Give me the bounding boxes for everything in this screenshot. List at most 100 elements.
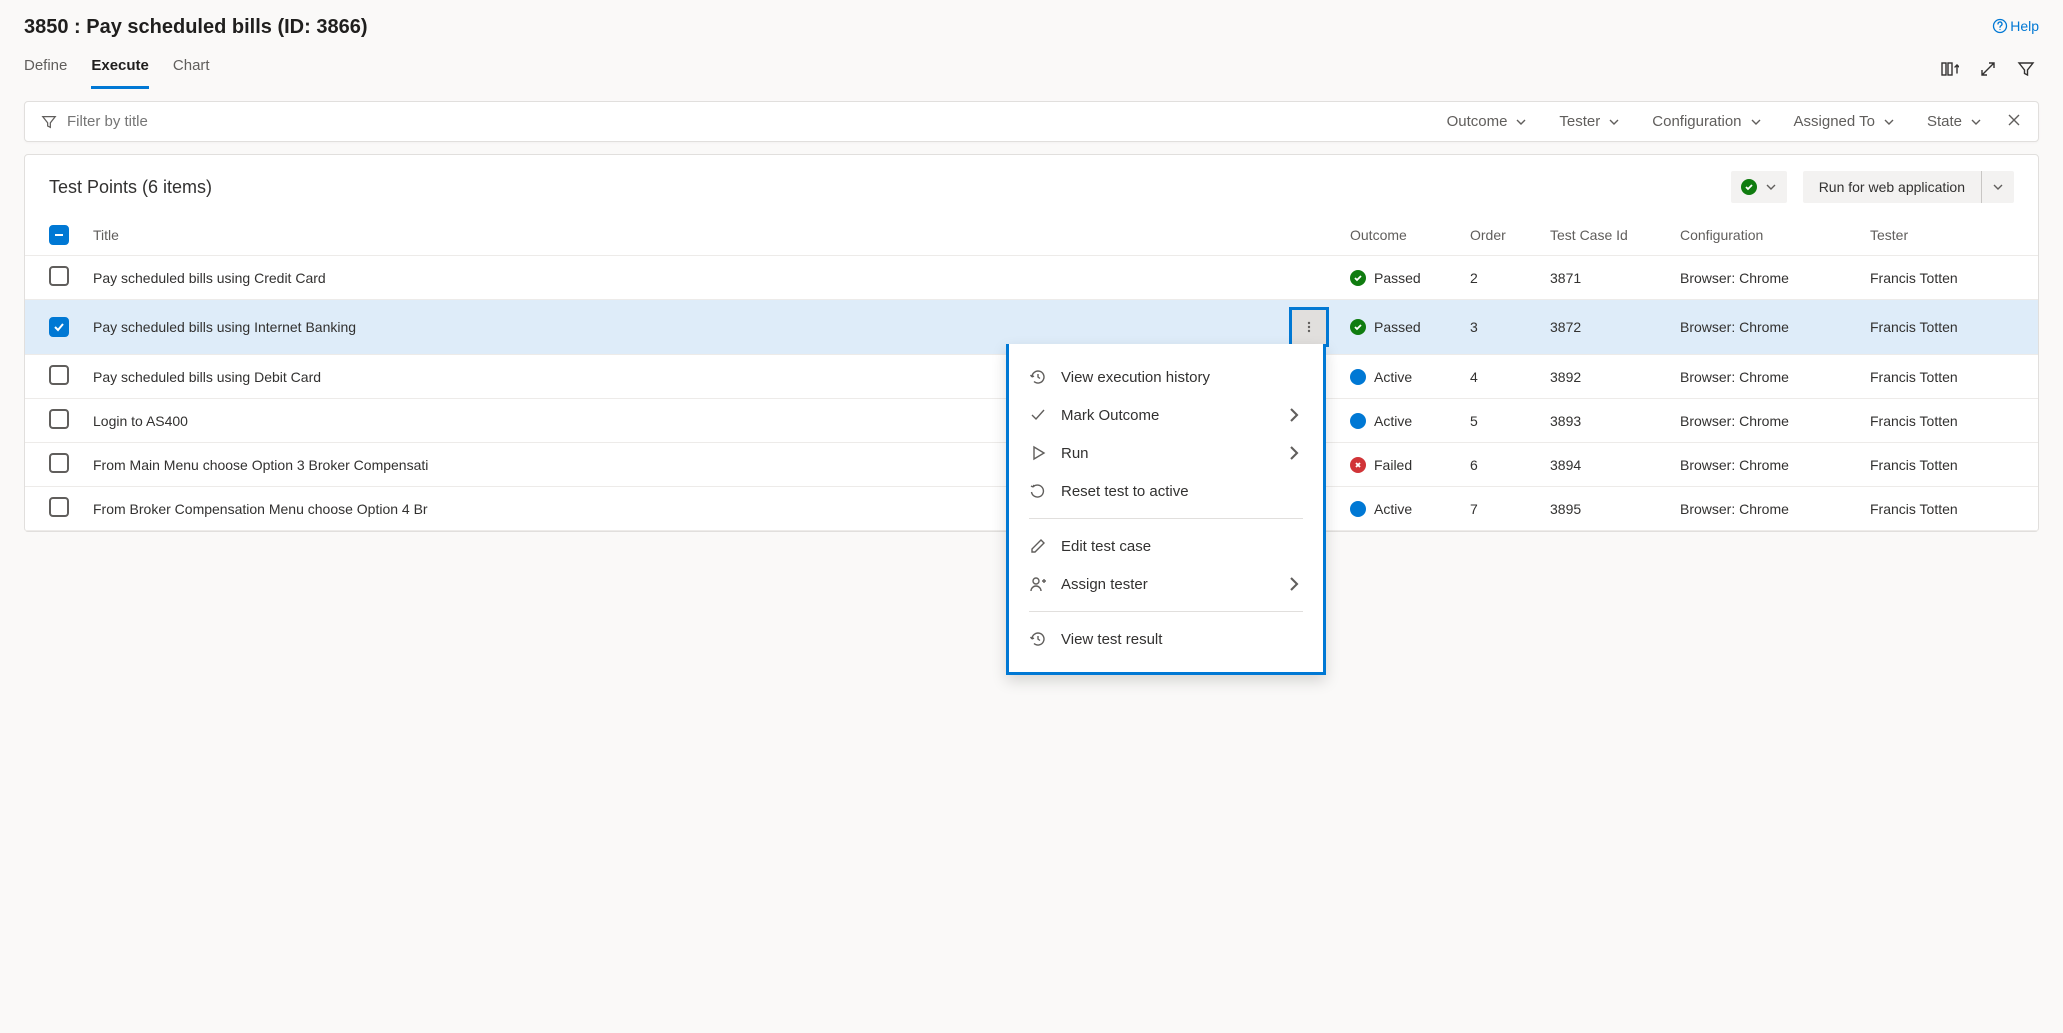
failed-icon [1350, 457, 1366, 473]
menu-item[interactable]: Mark Outcome [1009, 396, 1323, 434]
row-order: 6 [1458, 443, 1538, 487]
menu-item[interactable]: Reset test to active [1009, 472, 1323, 510]
row-tcid: 3894 [1538, 443, 1668, 487]
col-outcome-header[interactable]: Outcome [1338, 215, 1458, 256]
row-outcome: Active [1374, 413, 1412, 429]
menu-item-label: Assign tester [1061, 576, 1148, 593]
menu-item[interactable]: Edit test case [1009, 527, 1323, 565]
filter-configuration-dropdown[interactable]: Configuration [1652, 113, 1761, 130]
passed-icon [1350, 270, 1366, 286]
chevron-down-icon [1750, 116, 1762, 128]
chevron-down-icon [1608, 116, 1620, 128]
col-title-header[interactable]: Title [81, 215, 1338, 256]
row-outcome: Active [1374, 501, 1412, 517]
row-checkbox[interactable] [49, 365, 69, 385]
row-title: Pay scheduled bills using Internet Banki… [93, 319, 356, 335]
row-checkbox[interactable] [49, 266, 69, 286]
edit-icon [1029, 537, 1047, 555]
passed-icon [1741, 179, 1757, 195]
filter-icon [41, 114, 57, 130]
col-tester-header[interactable]: Tester [1858, 215, 2038, 256]
row-tcid: 3892 [1538, 355, 1668, 399]
menu-separator [1029, 611, 1303, 612]
row-outcome: Failed [1374, 457, 1412, 473]
tab-execute[interactable]: Execute [91, 49, 149, 89]
tab-chart[interactable]: Chart [173, 49, 210, 89]
chevron-right-icon [1285, 406, 1303, 424]
row-checkbox[interactable] [49, 497, 69, 517]
row-order: 5 [1458, 399, 1538, 443]
run-button[interactable]: Run for web application [1803, 171, 2014, 203]
menu-item[interactable]: Assign tester [1009, 565, 1323, 603]
status-dropdown-button[interactable] [1731, 171, 1787, 203]
more-actions-button[interactable] [1292, 310, 1326, 344]
col-config-header[interactable]: Configuration [1668, 215, 1858, 256]
help-icon [1992, 18, 2008, 34]
active-icon [1350, 369, 1366, 385]
row-tcid: 3895 [1538, 487, 1668, 531]
row-tester: Francis Totten [1858, 256, 2038, 300]
menu-item-label: View test result [1061, 631, 1162, 648]
menu-item[interactable]: View test result [1009, 620, 1323, 658]
chevron-down-icon [1765, 181, 1777, 193]
filter-toggle-button[interactable] [2017, 60, 2035, 78]
row-config: Browser: Chrome [1668, 300, 1858, 355]
tab-define[interactable]: Define [24, 49, 67, 89]
row-config: Browser: Chrome [1668, 256, 1858, 300]
filter-bar: Outcome Tester Configuration Assigned To… [24, 101, 2039, 142]
tabs-bar: Define Execute Chart [0, 49, 2063, 89]
fullscreen-button[interactable] [1979, 60, 1997, 78]
row-tcid: 3872 [1538, 300, 1668, 355]
context-menu: View execution history Mark Outcome Run Res… [1006, 344, 1326, 675]
col-tcid-header[interactable]: Test Case Id [1538, 215, 1668, 256]
filter-state-dropdown[interactable]: State [1927, 113, 1982, 130]
chevron-down-icon [1515, 116, 1527, 128]
menu-item[interactable]: Run [1009, 434, 1323, 472]
run-button-chevron[interactable] [1981, 171, 2014, 203]
row-tcid: 3893 [1538, 399, 1668, 443]
test-points-panel: Test Points (6 items) Run for web applic… [24, 154, 2039, 532]
person-icon [1029, 575, 1047, 593]
menu-item[interactable]: View execution history [1009, 358, 1323, 396]
row-title: Login to AS400 [93, 413, 188, 429]
help-link[interactable]: Help [1992, 18, 2039, 34]
page-title: 3850 : Pay scheduled bills (ID: 3866) [0, 0, 2063, 49]
filter-close-button[interactable] [2006, 112, 2022, 131]
menu-separator [1029, 518, 1303, 519]
select-all-checkbox[interactable] [49, 225, 69, 245]
row-checkbox[interactable] [49, 317, 69, 337]
menu-item-label: Mark Outcome [1061, 407, 1159, 424]
row-checkbox[interactable] [49, 409, 69, 429]
row-tcid: 3871 [1538, 256, 1668, 300]
help-label: Help [2010, 18, 2039, 34]
history-icon [1029, 630, 1047, 648]
row-config: Browser: Chrome [1668, 487, 1858, 531]
menu-item-label: View execution history [1061, 369, 1210, 386]
table-row[interactable]: Pay scheduled bills using Credit Card Pa… [25, 256, 2038, 300]
row-config: Browser: Chrome [1668, 355, 1858, 399]
check-icon [1029, 406, 1047, 424]
passed-icon [1350, 319, 1366, 335]
menu-item-label: Reset test to active [1061, 483, 1189, 500]
row-tester: Francis Totten [1858, 300, 2038, 355]
row-config: Browser: Chrome [1668, 443, 1858, 487]
filter-assignedto-dropdown[interactable]: Assigned To [1794, 113, 1895, 130]
chevron-right-icon [1285, 575, 1303, 593]
menu-item-label: Edit test case [1061, 538, 1151, 555]
filter-outcome-dropdown[interactable]: Outcome [1447, 113, 1528, 130]
row-tester: Francis Totten [1858, 443, 2038, 487]
col-order-header[interactable]: Order [1458, 215, 1538, 256]
filter-tester-dropdown[interactable]: Tester [1559, 113, 1620, 130]
row-outcome: Active [1374, 369, 1412, 385]
column-options-button[interactable] [1939, 59, 1959, 79]
row-checkbox[interactable] [49, 453, 69, 473]
play-icon [1029, 444, 1047, 462]
history-icon [1029, 368, 1047, 386]
row-tester: Francis Totten [1858, 399, 2038, 443]
row-order: 2 [1458, 256, 1538, 300]
chevron-right-icon [1285, 444, 1303, 462]
menu-item-label: Run [1061, 445, 1089, 462]
filter-input[interactable] [67, 113, 367, 130]
chevron-down-icon [1883, 116, 1895, 128]
chevron-down-icon [1970, 116, 1982, 128]
